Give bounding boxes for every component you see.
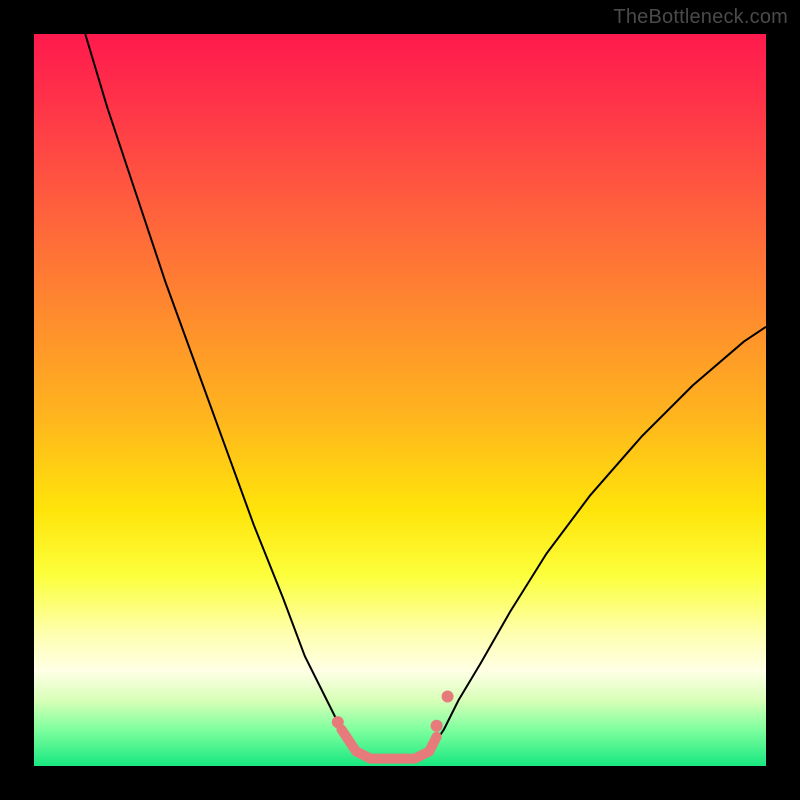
plot-area (34, 34, 766, 766)
series-right-curve (429, 327, 766, 752)
series-trough-highlight (341, 729, 436, 758)
marker-0 (332, 716, 344, 728)
plot-svg (34, 34, 766, 766)
marker-1 (431, 720, 443, 732)
marker-2 (442, 690, 454, 702)
chart-frame: TheBottleneck.com (0, 0, 800, 800)
watermark-text: TheBottleneck.com (613, 6, 788, 29)
series-left-curve (85, 34, 356, 751)
